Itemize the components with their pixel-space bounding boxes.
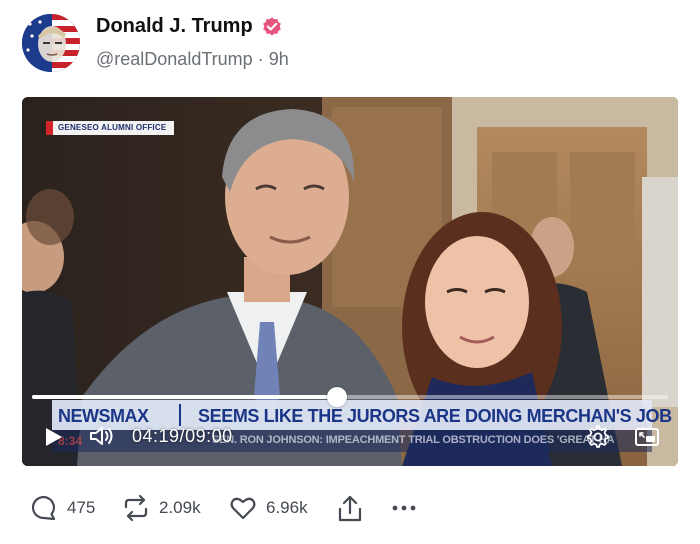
avatar-image [22, 14, 80, 72]
picture-in-picture-icon[interactable] [634, 426, 660, 448]
time-display: 04:19/09:00 [132, 426, 233, 447]
ticker-text: SEN. RON JOHNSON: IMPEACHMENT TRIAL OBST… [212, 434, 615, 446]
heart-icon [230, 497, 256, 520]
post-meta: @realDonaldTrump · 9h [96, 49, 289, 70]
chyron-headline: SEEMS LIKE THE JURORS ARE DOING MERCHAN'… [198, 406, 672, 426]
duration: 09:00 [185, 426, 233, 446]
progress-bar[interactable] [32, 387, 668, 407]
video-player[interactable]: GENESEO ALUMNI OFFICE NEWSMAX SEEMS LIKE… [22, 97, 678, 466]
source-tag: GENESEO ALUMNI OFFICE [46, 121, 175, 135]
settings-gear-icon[interactable] [586, 425, 610, 449]
current-time: 04:19 [132, 426, 180, 446]
repost-count: 2.09k [159, 498, 201, 517]
author-row: Donald J. Trump [96, 15, 283, 38]
reply-button[interactable]: 475 [30, 494, 95, 522]
display-name[interactable]: Donald J. Trump [96, 15, 253, 38]
reply-count: 475 [67, 498, 96, 517]
repost-icon [124, 494, 148, 522]
post-actions: 475 2.09k 6.96k [0, 494, 700, 530]
volume-icon[interactable] [88, 424, 116, 448]
handle[interactable]: @realDonaldTrump [96, 49, 253, 69]
post-age[interactable]: 9h [269, 49, 289, 69]
avatar[interactable] [22, 14, 80, 72]
play-icon[interactable] [42, 426, 64, 448]
chyron-divider [179, 404, 181, 426]
reply-icon [31, 495, 56, 521]
repost-button[interactable]: 2.09k [122, 494, 201, 522]
verified-badge-icon [262, 16, 281, 36]
meta-separator: · [257, 49, 264, 69]
like-count: 6.96k [266, 498, 308, 517]
like-button[interactable]: 6.96k [229, 494, 308, 522]
more-options-icon[interactable] [390, 502, 418, 514]
share-icon[interactable] [336, 494, 364, 524]
progress-fill [32, 395, 338, 399]
